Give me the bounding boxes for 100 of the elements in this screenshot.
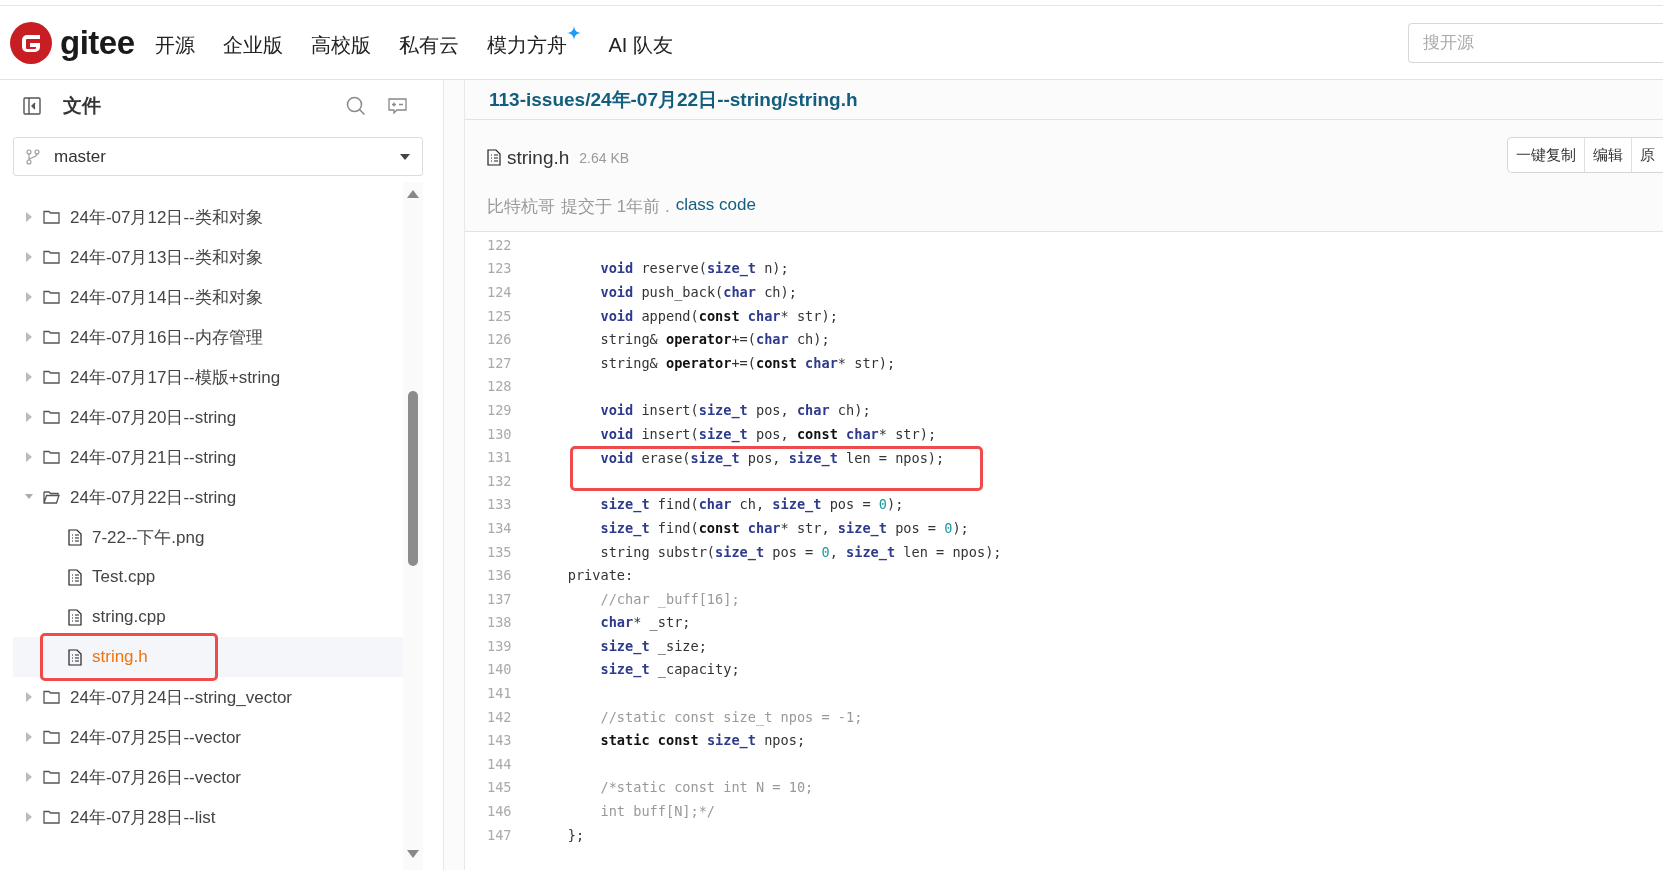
folder-item[interactable]: 24年-07月22日--string (13, 477, 403, 517)
folder-item[interactable]: 24年-07月14日--类和对象 (13, 277, 403, 317)
folder-item[interactable]: 24年-07月25日--vector (13, 717, 403, 757)
folder-icon (43, 690, 60, 704)
caret-icon[interactable] (25, 292, 33, 302)
line-number: 137 (486, 590, 513, 607)
caret-icon[interactable] (25, 732, 33, 742)
folder-icon (43, 810, 60, 824)
file-path[interactable]: 113-issues/24年-07月22日--string/string.h (489, 86, 858, 113)
code-line: void append(const char* str); (599, 307, 838, 324)
caret-icon (400, 153, 410, 160)
file-item[interactable]: 7-22--下午.png (13, 517, 403, 557)
search-icon[interactable] (346, 96, 366, 116)
folder-item[interactable]: 24年-07月24日--string_vector (13, 677, 403, 717)
folder-item[interactable]: 24年-07月28日--list (13, 797, 403, 837)
caret-icon[interactable] (25, 772, 33, 782)
line-number: 147 (486, 826, 513, 843)
line-number: 136 (486, 567, 513, 584)
code-line: void push_back(char ch); (599, 284, 797, 300)
folder-item[interactable]: 24年-07月12日--类和对象 (13, 197, 403, 237)
line-number: 125 (486, 307, 513, 324)
caret-icon[interactable] (25, 252, 33, 262)
folder-item[interactable]: 24年-07月26日--vector (13, 757, 403, 797)
caret-icon[interactable] (25, 812, 33, 822)
logo-text[interactable]: gitee (60, 23, 135, 62)
nav-link[interactable]: AI 队友 (608, 26, 673, 59)
sidebar-title: 文件 (63, 94, 102, 118)
logo-icon[interactable] (10, 21, 52, 64)
folder-item[interactable]: 24年-07月13日--类和对象 (13, 237, 403, 277)
scroll-down-icon[interactable] (407, 850, 419, 858)
line-number: 124 (486, 284, 513, 300)
file-item[interactable]: Test.cpp (13, 557, 403, 597)
folder-icon (43, 370, 60, 384)
nav-link[interactable]: 私有云 (398, 26, 459, 59)
folder-item[interactable]: 24年-07月17日--模版+string (13, 357, 403, 397)
file-icon (487, 149, 501, 166)
caret-icon[interactable] (25, 332, 33, 342)
commit-message-link[interactable]: class code (675, 195, 756, 215)
code-line: int buff[N];*/ (599, 803, 716, 820)
line-number: 126 (486, 331, 513, 348)
folder-icon (43, 770, 60, 784)
line-number: 131 (486, 449, 513, 466)
branch-select[interactable]: master (13, 137, 423, 176)
file-size: 2.64 KB (579, 149, 631, 166)
code-line: private: (566, 567, 634, 584)
line-number: 141 (486, 685, 513, 702)
file-name: string.h (507, 146, 570, 169)
code-line: string& operator+=(const char* str); (599, 354, 896, 371)
file-icon (68, 648, 82, 666)
caret-icon[interactable] (25, 212, 33, 222)
toolbar-button[interactable]: 一键复制 (1508, 138, 1584, 172)
folder-icon (43, 290, 60, 304)
caret-icon[interactable] (25, 412, 33, 422)
file-icon (68, 608, 82, 626)
file-icon (68, 528, 82, 546)
caret-icon[interactable] (25, 692, 33, 702)
toolbar-button[interactable]: 原 (1631, 138, 1663, 172)
line-number: 146 (486, 803, 513, 820)
nav-link[interactable]: 企业版 (222, 26, 283, 59)
line-number: 143 (486, 732, 513, 749)
code-line: void insert(size_t pos, char ch); (599, 401, 871, 418)
line-number: 144 (486, 755, 513, 772)
line-number: 140 (486, 661, 513, 678)
line-number: 145 (486, 779, 513, 796)
folder-item[interactable]: 24年-07月20日--string (13, 397, 403, 437)
line-number: 129 (486, 401, 513, 418)
sidebar-toggle-icon[interactable] (23, 97, 41, 115)
line-number: 128 (486, 378, 513, 395)
folder-icon (43, 250, 60, 264)
code-line: static const size_t npos; (599, 732, 806, 749)
search-field[interactable]: 搜开源 (1408, 22, 1663, 63)
nav-link[interactable]: 高校版 (310, 26, 371, 59)
folder-icon (43, 210, 60, 224)
caret-icon[interactable] (25, 452, 33, 462)
scrollbar-thumb[interactable] (408, 391, 418, 566)
line-number: 135 (486, 543, 513, 560)
folder-icon (43, 730, 60, 744)
file-icon (68, 568, 82, 586)
scroll-up-icon[interactable] (407, 190, 419, 198)
code-line: void insert(size_t pos, const char* str); (599, 425, 937, 442)
sparkle-icon (566, 26, 581, 40)
caret-icon[interactable] (25, 372, 33, 382)
line-number: 134 (486, 519, 513, 536)
folder-item[interactable]: 24年-07月21日--string (13, 437, 403, 477)
code-line: char* _str; (599, 614, 691, 631)
code-line: string substr(size_t pos = 0, size_t len = npos); (599, 543, 1002, 560)
folder-icon (43, 330, 60, 344)
line-number: 138 (486, 614, 513, 631)
comment-icon[interactable] (388, 97, 407, 115)
folder-item[interactable]: 24年-07月16日--内存管理 (13, 317, 403, 357)
toolbar-button[interactable]: 编辑 (1584, 138, 1631, 172)
code-line: size_t find(const char* str, size_t pos = 0); (599, 519, 969, 536)
code-line: size_t _capacity; (599, 661, 740, 678)
code-line: size_t _size; (599, 637, 707, 654)
nav-link[interactable]: 模力方舟 (486, 26, 581, 59)
file-item[interactable]: string.cpp (13, 597, 403, 637)
code-line: size_t find(char ch, size_t pos = 0); (599, 496, 904, 513)
line-number: 123 (486, 260, 513, 277)
nav-link[interactable]: 开源 (154, 26, 195, 59)
commit-time: 提交于 1年前 . (561, 196, 670, 218)
